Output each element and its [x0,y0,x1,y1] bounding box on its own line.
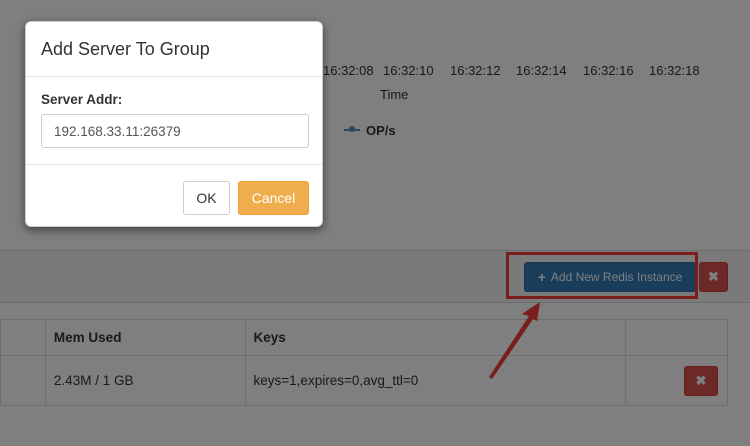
ok-button[interactable]: OK [183,181,230,215]
page: 16:32:08 16:32:10 16:32:12 16:32:14 16:3… [0,0,750,446]
dialog-body: Server Addr: [26,77,322,165]
dialog-title: Add Server To Group [41,38,210,59]
dialog-footer: OK Cancel [26,165,322,227]
dialog-header: Add Server To Group [26,22,322,77]
cancel-button[interactable]: Cancel [238,181,309,215]
server-addr-label: Server Addr: [41,92,123,107]
add-server-dialog: Add Server To Group Server Addr: OK Canc… [25,21,323,227]
server-addr-input[interactable] [41,114,309,148]
